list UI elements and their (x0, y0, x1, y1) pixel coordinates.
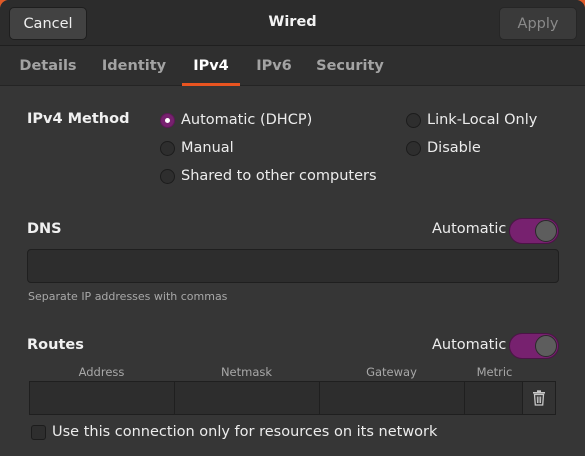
delete-route-button[interactable] (523, 382, 555, 414)
radio-link-local-only[interactable]: Link-Local Only (406, 110, 537, 130)
column-header-metric: Metric (476, 365, 513, 379)
ipv4-method-label: IPv4 Method (27, 111, 130, 127)
radio-label: Shared to other computers (181, 168, 377, 184)
dns-hint: Separate IP addresses with commas (28, 290, 228, 303)
dns-input[interactable] (27, 249, 559, 283)
switch-knob (535, 335, 557, 357)
apply-button[interactable]: Apply (499, 7, 577, 40)
header-bar: Cancel Wired Apply (0, 0, 585, 46)
tab-ipv6[interactable]: IPv6 (248, 46, 300, 86)
route-netmask-input[interactable] (175, 382, 320, 414)
column-header-netmask: Netmask (220, 365, 273, 379)
radio-button[interactable] (160, 140, 175, 156)
routes-automatic-switch[interactable] (509, 333, 559, 359)
tab-details[interactable]: Details (10, 46, 86, 86)
column-header-gateway: Gateway (366, 365, 417, 379)
routes-automatic-label: Automatic (432, 337, 507, 353)
radio-button[interactable] (160, 168, 175, 184)
radio-automatic-dhcp[interactable]: Automatic (DHCP) (160, 110, 312, 130)
radio-manual[interactable]: Manual (160, 138, 234, 158)
radio-label: Automatic (DHCP) (181, 112, 313, 128)
radio-button-checked[interactable] (160, 112, 175, 128)
tab-bar: Details Identity IPv4 IPv6 Security (0, 46, 585, 86)
checkbox-label: Use this connection only for resources o… (52, 424, 438, 440)
column-header-address: Address (78, 365, 125, 379)
dialog-title: Wired (268, 14, 317, 30)
radio-label: Disable (427, 140, 481, 156)
route-entry-row (29, 381, 556, 415)
radio-disable[interactable]: Disable (406, 138, 481, 158)
dns-label: DNS (27, 221, 62, 237)
tab-ipv4[interactable]: IPv4 (182, 46, 240, 86)
restrict-to-network-option[interactable]: Use this connection only for resources o… (31, 424, 437, 440)
tab-security[interactable]: Security (308, 46, 392, 86)
route-metric-input[interactable] (465, 382, 523, 414)
route-gateway-input[interactable] (320, 382, 465, 414)
radio-label: Link-Local Only (427, 112, 538, 128)
radio-button[interactable] (406, 140, 421, 156)
tab-identity[interactable]: Identity (92, 46, 176, 86)
route-address-input[interactable] (30, 382, 175, 414)
dns-automatic-switch[interactable] (509, 218, 559, 244)
restrict-to-network-checkbox[interactable] (31, 424, 46, 440)
routes-label: Routes (27, 337, 84, 353)
dns-automatic-label: Automatic (432, 221, 507, 237)
switch-knob (535, 220, 557, 242)
trash-icon (533, 390, 545, 406)
wired-settings-dialog: Cancel Wired Apply Details Identity IPv4… (0, 0, 585, 456)
radio-button[interactable] (406, 112, 421, 128)
radio-shared-to-other-computers[interactable]: Shared to other computers (160, 166, 377, 186)
radio-label: Manual (181, 140, 234, 156)
